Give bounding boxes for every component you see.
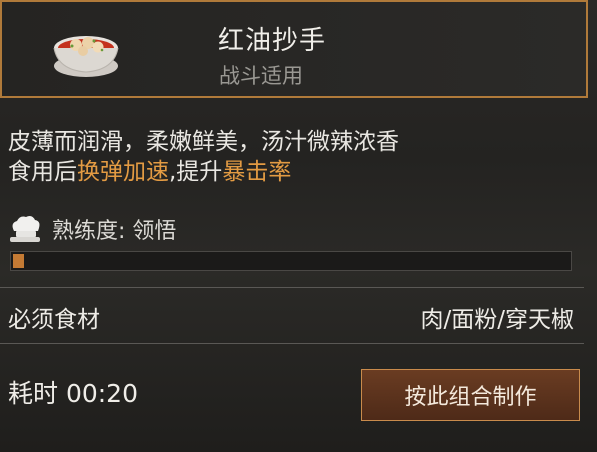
- proficiency-label: 熟练度: 领悟: [52, 219, 177, 244]
- make-with-combination-button[interactable]: 按此组合制作: [361, 369, 580, 421]
- proficiency-progress-bar: [10, 251, 572, 271]
- description-line-2: 食用后换弹加速,提升暴击率: [8, 157, 399, 187]
- dish-description: 皮薄而润滑，柔嫩鲜美，汤汁微辣浓香 食用后换弹加速,提升暴击率: [8, 127, 399, 187]
- dish-tag: 战斗适用: [219, 64, 303, 88]
- effect-reload-speed: 换弹加速: [77, 159, 169, 185]
- ingredients-row: 必须食材 肉/面粉/穿天椒: [8, 300, 574, 334]
- dish-header: 红油抄手 战斗适用: [0, 0, 588, 98]
- divider-top: [0, 287, 584, 288]
- chef-hat-icon: [8, 213, 44, 245]
- proficiency-progress-fill: [13, 254, 24, 268]
- description-prefix: 食用后: [8, 159, 77, 185]
- cook-time: 耗时 00:20: [8, 379, 138, 408]
- ingredients-value: 肉/面粉/穿天椒: [420, 307, 575, 333]
- effect-crit-rate: 暴击率: [222, 159, 292, 185]
- dish-name: 红油抄手: [218, 26, 327, 56]
- proficiency-row: 熟练度: 领悟: [8, 213, 176, 245]
- description-line-1: 皮薄而润滑，柔嫩鲜美，汤汁微辣浓香: [8, 129, 399, 155]
- divider-bottom: [0, 343, 584, 344]
- recipe-panel: 红油抄手 战斗适用 皮薄而润滑，柔嫩鲜美，汤汁微辣浓香 食用后换弹加速,提升暴击…: [0, 0, 597, 452]
- description-separator: ,提升: [169, 159, 223, 185]
- ingredients-label: 必须食材: [8, 307, 100, 333]
- chili-oil-wonton-bowl-icon: [50, 24, 122, 80]
